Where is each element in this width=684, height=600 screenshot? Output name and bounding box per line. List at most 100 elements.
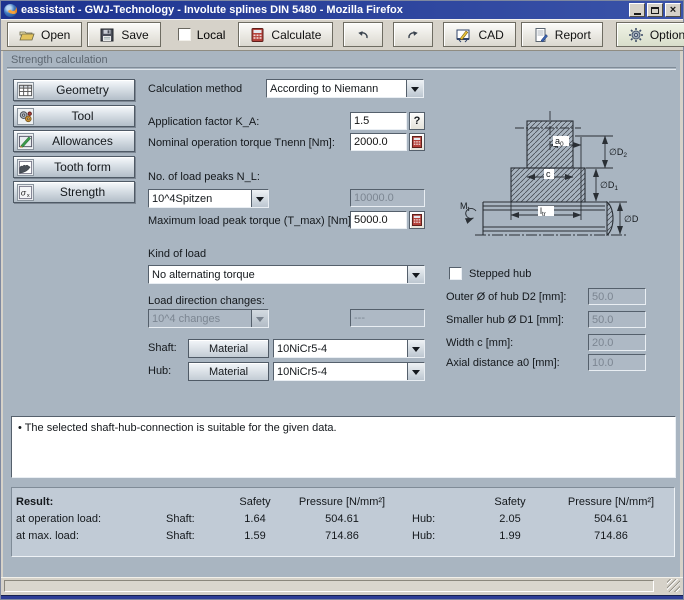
page-title: Strength calculation xyxy=(11,54,108,66)
hub-safety-value: 2.05 xyxy=(468,513,552,525)
dim-c-label: c xyxy=(546,169,551,179)
sigma-icon: σx xyxy=(17,184,34,201)
max-torque-calculator-button[interactable] xyxy=(409,211,425,229)
chevron-down-icon[interactable] xyxy=(407,363,424,380)
cad-button[interactable]: CAD xyxy=(443,22,515,47)
gear-profile-icon xyxy=(17,159,34,176)
row-label: at max. load: xyxy=(16,530,166,542)
sidebar-item-tooth-form[interactable]: Tooth form xyxy=(13,156,135,178)
chevron-down-icon[interactable] xyxy=(407,340,424,357)
options-gear-icon xyxy=(628,27,644,43)
shaft-material-value: 10NiCr5-4 xyxy=(274,340,407,357)
sidebar-item-label: Geometry xyxy=(34,83,131,97)
sidebar-item-allowances[interactable]: Allowances xyxy=(13,130,135,152)
kind-of-load-select[interactable]: No alternating torque xyxy=(148,265,425,284)
load-direction-value: 10^4 changes xyxy=(149,310,251,327)
sidebar-item-strength[interactable]: σx Strength xyxy=(13,181,135,203)
report-label: Report xyxy=(555,28,591,42)
result-row-operation: at operation load: Shaft: 1.64 504.61 Hu… xyxy=(16,510,674,527)
hub-width-c-input xyxy=(588,334,646,351)
dim-d-label: ∅D xyxy=(624,214,639,224)
stepped-hub-checkbox[interactable] xyxy=(449,267,462,280)
load-peaks-label: No. of load peaks N_L: xyxy=(148,171,260,183)
tolerance-icon xyxy=(17,133,34,150)
calculate-button[interactable]: Calculate xyxy=(238,22,333,47)
shaft-material-select[interactable]: 10NiCr5-4 xyxy=(273,339,425,358)
minimize-icon xyxy=(634,13,641,15)
report-button[interactable]: Report xyxy=(521,22,603,47)
calculator-icon xyxy=(412,136,422,148)
save-floppy-icon xyxy=(99,27,115,43)
shaft-material-button[interactable]: Material xyxy=(188,339,269,358)
chevron-down-icon[interactable] xyxy=(407,266,424,283)
local-checkbox-group[interactable]: Local xyxy=(178,28,226,42)
local-checkbox[interactable] xyxy=(178,28,191,41)
shaft-safety-value: 1.64 xyxy=(224,513,286,525)
save-label: Save xyxy=(121,28,148,42)
open-label: Open xyxy=(41,28,70,42)
hub-cell-label: Hub: xyxy=(412,513,468,525)
shaft-safety-value: 1.59 xyxy=(224,530,286,542)
load-peaks-select[interactable]: 10^4Spitzen xyxy=(148,189,269,208)
hub-material-button[interactable]: Material xyxy=(188,362,269,381)
sidebar-item-label: Tool xyxy=(34,109,131,123)
result-row-max: at max. load: Shaft: 1.59 714.86 Hub: 1.… xyxy=(16,527,674,544)
shaft-label: Shaft: xyxy=(148,342,177,354)
safety-header: Safety xyxy=(224,496,286,508)
local-label: Local xyxy=(197,28,226,42)
hub-material-select[interactable]: 10NiCr5-4 xyxy=(273,362,425,381)
undo-button[interactable] xyxy=(343,22,383,47)
application-factor-help-button[interactable]: ? xyxy=(409,112,425,130)
nominal-torque-label: Nominal operation torque Tnenn [Nm]: xyxy=(148,137,335,149)
options-button[interactable]: Options xyxy=(616,22,684,47)
kind-of-load-value: No alternating torque xyxy=(149,266,407,283)
hub-d1-label: Smaller hub Ø D1 [mm]: xyxy=(446,314,564,326)
nominal-torque-input[interactable] xyxy=(350,133,407,151)
load-peaks-count-input xyxy=(350,189,425,207)
dim-d1-label: ∅D1 xyxy=(600,180,618,192)
question-mark-icon: ? xyxy=(414,115,421,127)
chevron-down-icon[interactable] xyxy=(251,190,268,207)
chevron-down-icon[interactable] xyxy=(406,80,423,97)
save-button[interactable]: Save xyxy=(87,22,160,47)
app-window: eassistant - GWJ-Technology - Involute s… xyxy=(0,0,684,600)
redo-button[interactable] xyxy=(393,22,433,47)
application-factor-label: Application factor K_A: xyxy=(148,116,259,128)
load-direction-label: Load direction changes: xyxy=(148,295,265,307)
load-direction-select: 10^4 changes xyxy=(148,309,269,328)
sidebar-item-label: Tooth form xyxy=(34,160,131,174)
hub-width-c-label: Width c [mm]: xyxy=(446,337,513,349)
resize-grip[interactable] xyxy=(667,579,680,592)
calculation-method-select[interactable]: According to Niemann xyxy=(266,79,424,98)
sidebar-item-label: Allowances xyxy=(34,134,131,148)
max-torque-input[interactable] xyxy=(350,211,407,229)
nominal-torque-calculator-button[interactable] xyxy=(409,133,425,151)
sidebar-item-tool[interactable]: Tool xyxy=(13,105,135,127)
close-button[interactable]: × xyxy=(665,3,681,17)
sidebar-item-geometry[interactable]: Geometry xyxy=(13,79,135,101)
calculation-method-value: According to Niemann xyxy=(267,80,406,97)
max-torque-label: Maximum load peak torque (T_max) [Nm]: xyxy=(148,215,354,227)
axial-distance-input xyxy=(588,354,646,371)
toolbar: Open Save Local Calculate CAD Report xyxy=(1,19,683,51)
result-header-row: Result: Safety Pressure [N/mm²] Safety P… xyxy=(16,493,674,510)
material-button-label: Material xyxy=(209,366,248,378)
row-label: at operation load: xyxy=(16,513,166,525)
hub-pressure-value: 504.61 xyxy=(552,513,670,525)
firefox-icon xyxy=(4,4,17,17)
maximize-icon xyxy=(651,7,659,14)
report-document-icon xyxy=(533,27,549,43)
titlebar[interactable]: eassistant - GWJ-Technology - Involute s… xyxy=(1,1,683,19)
section-separator xyxy=(7,67,676,70)
application-factor-input[interactable] xyxy=(350,112,407,130)
hub-material-value: 10NiCr5-4 xyxy=(274,363,407,380)
undo-icon xyxy=(355,28,371,42)
kind-of-load-label: Kind of load xyxy=(148,248,206,260)
axial-distance-label: Axial distance a0 [mm]: xyxy=(446,357,560,369)
minimize-button[interactable] xyxy=(629,3,645,17)
dim-d2-label: ∅D2 xyxy=(609,147,627,159)
maximize-button[interactable] xyxy=(647,3,663,17)
hub-d1-input xyxy=(588,311,646,328)
message-text: • The selected shaft-hub-connection is s… xyxy=(18,422,337,434)
open-button[interactable]: Open xyxy=(7,22,82,47)
